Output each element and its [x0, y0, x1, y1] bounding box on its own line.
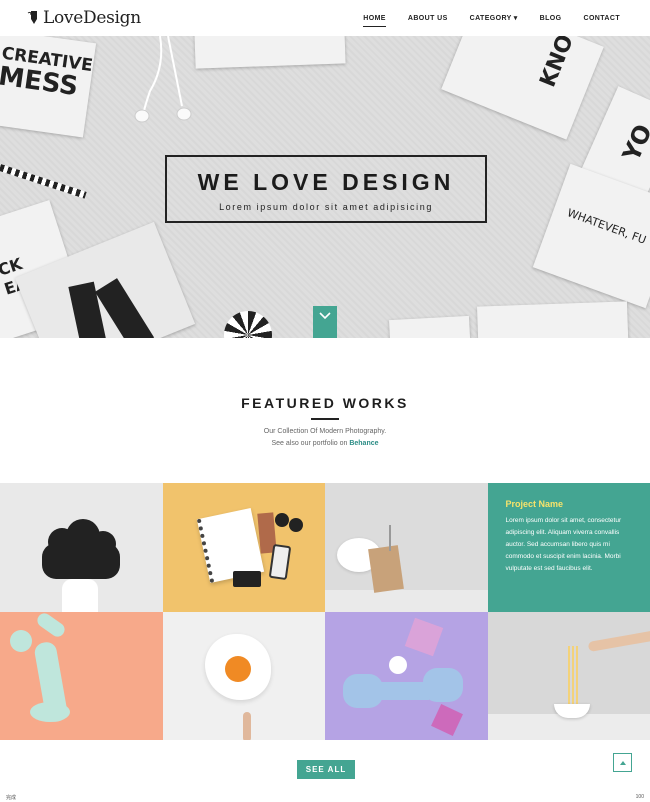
browser-status-bar: 完成 100: [0, 792, 650, 802]
nav-blog[interactable]: BLOG: [540, 15, 562, 22]
hero-card-bottom-center: [389, 315, 471, 338]
top-navigation: LoveDesign HOME ABOUT US CATEGORY ▾ BLOG …: [0, 0, 650, 36]
portfolio-item-spilled-paint[interactable]: [0, 611, 163, 740]
earphones-image: [134, 36, 192, 123]
nav-home-label: HOME: [363, 14, 386, 22]
nav-home[interactable]: HOME: [363, 14, 386, 27]
project-description: Lorem ipsum dolor sit amet, consectetur …: [505, 517, 622, 572]
portfolio-item-notebook[interactable]: [162, 483, 325, 612]
chevron-down-icon: [319, 312, 331, 320]
zoom-level: 100: [635, 794, 644, 800]
behance-link[interactable]: Behance: [349, 440, 378, 447]
nav-contact[interactable]: CONTACT: [584, 15, 621, 22]
hero-title: WE LOVE DESIGN: [197, 169, 455, 195]
portfolio-item-egg[interactable]: [162, 611, 325, 740]
hero-title-box: WE LOVE DESIGN Lorem ipsum dolor sit ame…: [165, 155, 487, 223]
nav-about-us[interactable]: ABOUT US: [408, 15, 448, 22]
portfolio-prefix: See also our portfolio on: [271, 440, 348, 447]
nav-category-label: CATEGORY: [469, 14, 512, 22]
featured-portfolio-line: See also our portfolio on Behance: [0, 440, 650, 447]
card-text-kno: KNO: [535, 36, 579, 91]
bottom-section: SEE ALL 完成 100: [0, 740, 650, 802]
nav-blog-label: BLOG: [539, 14, 562, 22]
portfolio-item-dumbbell[interactable]: [325, 611, 488, 740]
nav-contact-label: CONTACT: [583, 14, 620, 22]
hero-subtitle: Lorem ipsum dolor sit amet adipisicing: [219, 202, 433, 212]
card-text-whatever: WHATEVER, FU: [565, 206, 648, 247]
title-divider: [311, 418, 339, 420]
project-name: Project Name: [505, 499, 564, 509]
hero-card-creative-mess: CREATIVE MESS: [0, 36, 97, 138]
project-info-card[interactable]: Project Name Lorem ipsum dolor sit amet,…: [487, 483, 650, 612]
portfolio-item-cloud[interactable]: [0, 483, 163, 612]
portfolio-grid: Project Name Lorem ipsum dolor sit amet,…: [0, 483, 650, 740]
portfolio-item-flower-bag[interactable]: [325, 483, 488, 612]
featured-description: Our Collection Of Modern Photography.: [263, 428, 387, 435]
nav-about-us-label: ABOUT US: [407, 14, 448, 22]
main-menu: HOME ABOUT US CATEGORY ▾ BLOG CONTACT: [363, 0, 620, 36]
hero-card-bottom-right: [476, 301, 630, 338]
scroll-down-button[interactable]: [313, 306, 337, 338]
status-right: 100: [636, 794, 644, 800]
pencil-icon: [27, 11, 37, 24]
nav-category[interactable]: CATEGORY ▾: [469, 14, 518, 23]
featured-title: FEATURED WORKS: [241, 395, 409, 411]
see-all-button[interactable]: SEE ALL: [297, 760, 355, 779]
chevron-up-icon: [619, 760, 626, 765]
status-text: 完成: [6, 794, 17, 801]
chevron-down-icon: ▾: [513, 15, 518, 22]
hero-card-top-center: [194, 36, 346, 69]
back-to-top-button[interactable]: [613, 753, 632, 772]
featured-works-section: FEATURED WORKS Our Collection Of Modern …: [0, 338, 650, 483]
portfolio-item-spaghetti[interactable]: [487, 611, 650, 740]
brand-logo[interactable]: LoveDesign: [27, 8, 141, 28]
brand-name: LoveDesign: [43, 8, 141, 28]
card-text-yo: YO: [617, 120, 650, 166]
hero-banner: CREATIVE MESS KNO YO WHATEVER, FU CK EAH…: [0, 36, 650, 338]
